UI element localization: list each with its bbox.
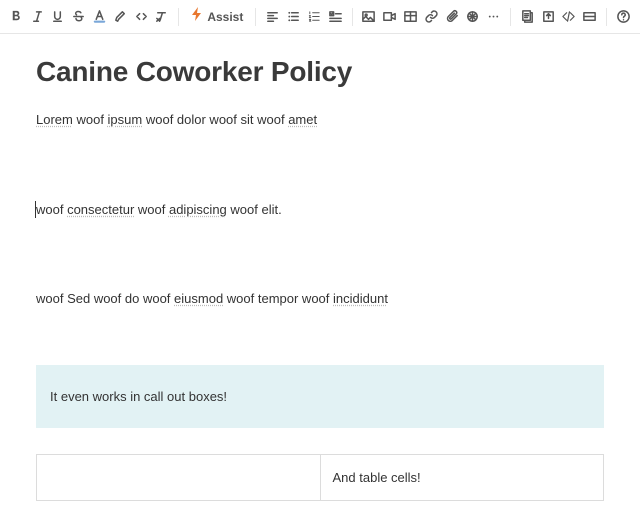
checklist-button[interactable]	[325, 6, 346, 28]
table[interactable]: And table cells!	[36, 454, 604, 501]
toolbar-separator	[510, 8, 511, 26]
loom-button[interactable]	[462, 6, 483, 28]
paragraph[interactable]: woof Sed woof do woof eiusmod woof tempo…	[36, 289, 604, 309]
export-button[interactable]	[538, 6, 559, 28]
page-title: Canine Coworker Policy	[36, 56, 604, 88]
italic-button[interactable]	[27, 6, 48, 28]
help-button[interactable]	[613, 6, 634, 28]
assist-label: Assist	[207, 10, 243, 24]
attachment-button[interactable]	[442, 6, 463, 28]
strikethrough-button[interactable]	[68, 6, 89, 28]
table-button[interactable]	[400, 6, 421, 28]
highlight-button[interactable]	[110, 6, 131, 28]
table-row: And table cells!	[37, 454, 604, 500]
bolt-icon	[191, 7, 203, 26]
toolbar-separator	[255, 8, 256, 26]
image-button[interactable]	[358, 6, 379, 28]
more-insert-button[interactable]	[483, 6, 504, 28]
editor-toolbar: Assist	[0, 0, 640, 34]
video-button[interactable]	[379, 6, 400, 28]
toolbar-separator	[178, 8, 179, 26]
paragraph-with-cursor[interactable]: woof consectetur woof adipiscing woof el…	[36, 200, 604, 220]
document-body[interactable]: Canine Coworker Policy Lorem woof ipsum …	[0, 34, 640, 508]
numbered-list-button[interactable]	[304, 6, 325, 28]
code-button[interactable]	[131, 6, 152, 28]
text-color-button[interactable]	[89, 6, 110, 28]
toolbar-separator	[606, 8, 607, 26]
paragraph[interactable]: Lorem woof ipsum woof dolor woof sit woo…	[36, 110, 604, 130]
link-button[interactable]	[421, 6, 442, 28]
callout-text: It even works in call out boxes!	[50, 389, 227, 404]
embed-button[interactable]	[559, 6, 580, 28]
divider-button[interactable]	[579, 6, 600, 28]
table-cell[interactable]	[37, 454, 321, 500]
underline-button[interactable]	[48, 6, 69, 28]
insert-template-button[interactable]	[517, 6, 538, 28]
assist-button[interactable]: Assist	[185, 5, 249, 29]
table-cell[interactable]: And table cells!	[320, 454, 604, 500]
bold-button[interactable]	[6, 6, 27, 28]
toolbar-separator	[352, 8, 353, 26]
bullet-list-button[interactable]	[283, 6, 304, 28]
callout-box[interactable]: It even works in call out boxes!	[36, 365, 604, 428]
clear-format-button[interactable]	[152, 6, 173, 28]
align-left-button[interactable]	[262, 6, 283, 28]
